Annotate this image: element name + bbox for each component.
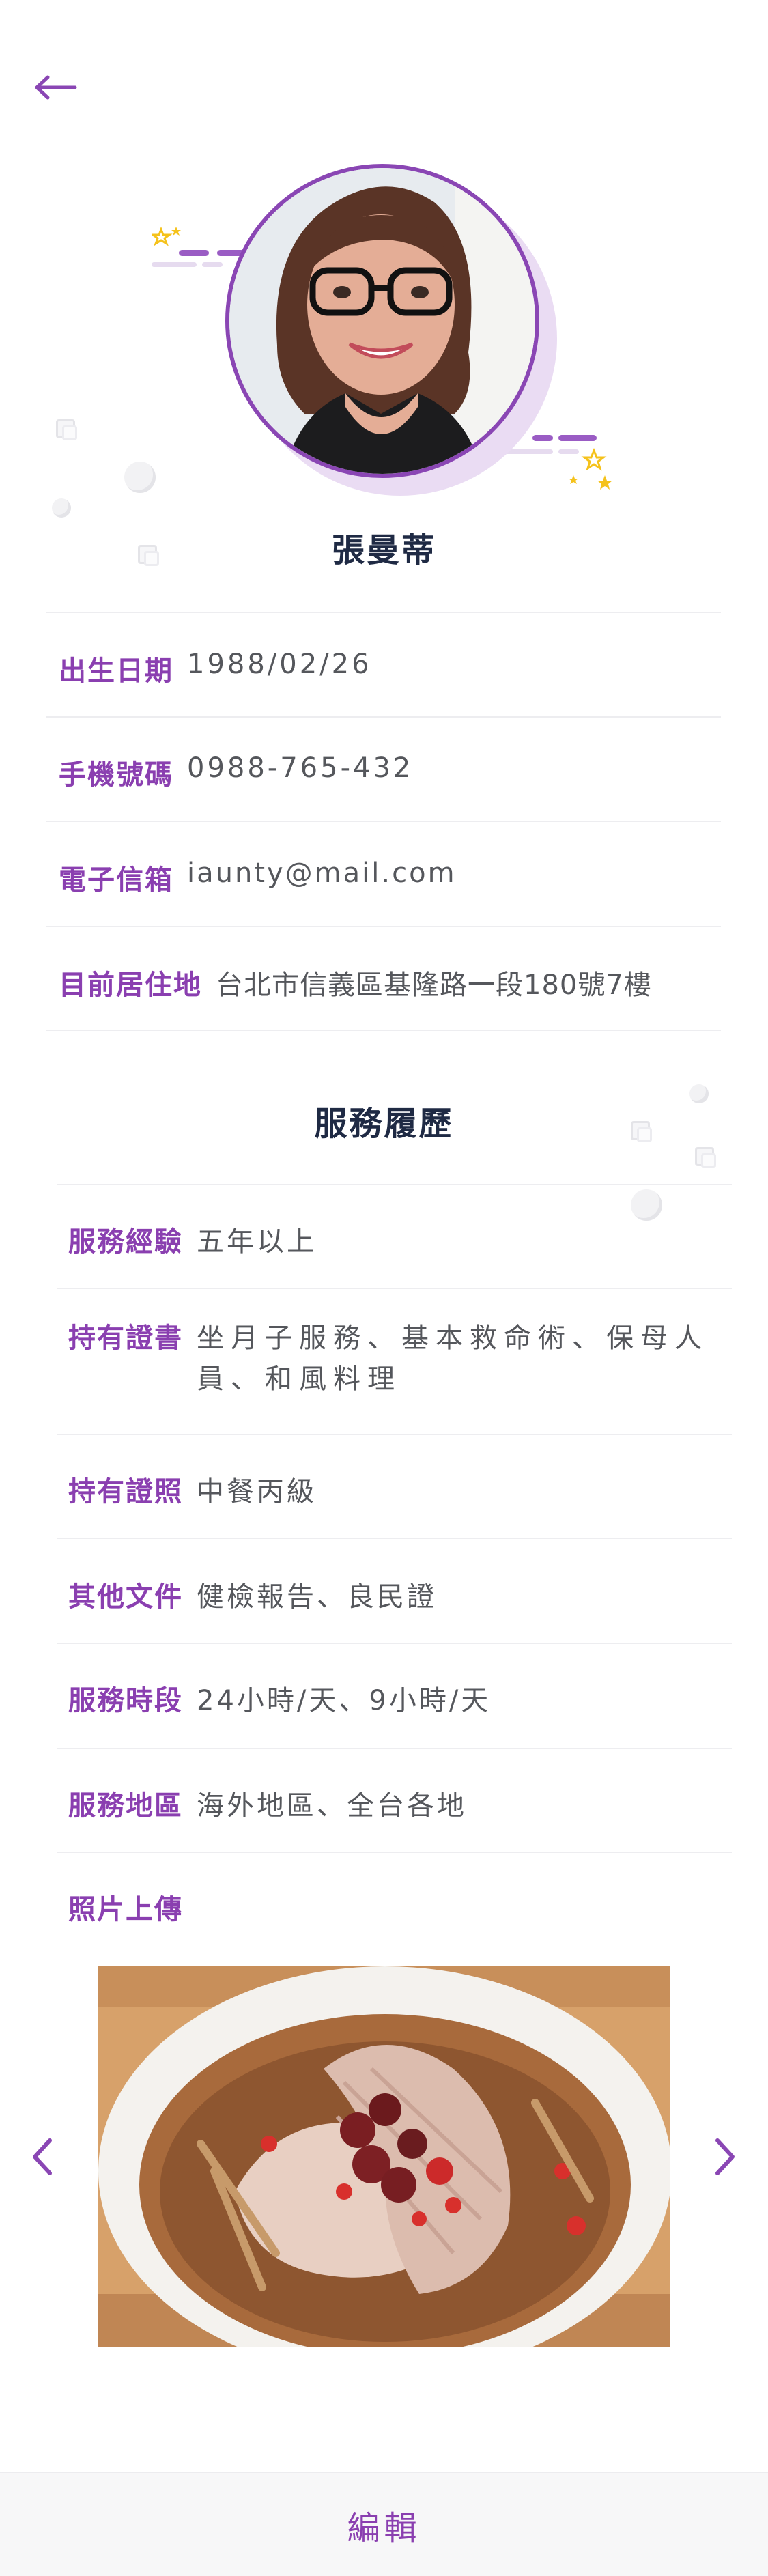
avatar-container <box>225 164 557 496</box>
profile-name: 張曼蒂 <box>331 531 436 569</box>
experience-row: 服務經驗 五年以上 <box>68 1219 317 1259</box>
carousel-next-button[interactable] <box>702 2126 750 2188</box>
divider <box>57 1184 732 1185</box>
edit-button-label: 編輯 <box>347 2508 421 2547</box>
divider <box>57 1434 732 1435</box>
phone-row: 手機號碼 0988-765-432 <box>59 752 413 792</box>
bubble-decoration <box>124 462 156 493</box>
divider <box>57 1288 732 1289</box>
service-hours-label: 服務時段 <box>68 1685 183 1716</box>
certificates-label: 持有證書 <box>68 1322 183 1354</box>
divider <box>57 1643 732 1644</box>
cube-decoration <box>56 419 77 440</box>
service-hours-value: 24小時/天、9小時/天 <box>197 1685 492 1716</box>
back-button[interactable] <box>30 68 82 107</box>
photo-upload-row: 照片上傳 <box>68 1887 197 1927</box>
service-area-value: 海外地區、全台各地 <box>197 1790 467 1822</box>
service-hours-row: 服務時段 24小時/天、9小時/天 <box>68 1678 491 1718</box>
bubble-decoration <box>631 1189 662 1221</box>
arrow-left-icon <box>35 75 77 100</box>
documents-row: 其他文件 健檢報告、良民證 <box>68 1574 437 1614</box>
decoration-line <box>152 262 197 267</box>
avatar[interactable] <box>225 164 539 478</box>
phone-value: 0988-765-432 <box>187 752 414 784</box>
phone-label: 手機號碼 <box>59 759 173 791</box>
chevron-right-icon <box>715 2138 735 2175</box>
uploaded-photo[interactable] <box>98 1966 670 2347</box>
email-value: iaunty@mail.com <box>187 858 457 889</box>
birthday-value: 1988/02/26 <box>187 649 372 680</box>
experience-label: 服務經驗 <box>68 1226 183 1258</box>
divider <box>57 1852 732 1853</box>
licenses-row: 持有證照 中餐丙級 <box>68 1469 317 1509</box>
birthday-row: 出生日期 1988/02/26 <box>59 649 372 688</box>
divider <box>46 1030 721 1031</box>
divider <box>46 612 721 613</box>
documents-label: 其他文件 <box>68 1581 183 1613</box>
decoration-line <box>202 262 223 267</box>
email-label: 電子信箱 <box>59 864 173 896</box>
divider <box>46 926 721 927</box>
star-decoration <box>564 447 618 498</box>
licenses-label: 持有證照 <box>68 1476 183 1508</box>
divider <box>46 821 721 822</box>
avatar-portrait <box>229 168 535 474</box>
email-row: 電子信箱 iaunty@mail.com <box>59 858 457 897</box>
documents-value: 健檢報告、良民證 <box>197 1581 437 1613</box>
certificates-value: 坐月子服務、基本救命術、保母人員、和風料理 <box>197 1322 709 1395</box>
chevron-left-icon <box>33 2138 52 2175</box>
edit-button[interactable]: 編輯 <box>0 2472 768 2576</box>
address-row: 目前居住地 台北市信義區基隆路一段180號7樓 <box>59 963 652 1002</box>
experience-value: 五年以上 <box>197 1226 317 1258</box>
service-section-title: 服務履歷 <box>314 1105 454 1143</box>
divider <box>57 1538 732 1539</box>
address-label: 目前居住地 <box>59 969 202 1001</box>
cube-decoration <box>695 1147 716 1168</box>
decoration-line <box>179 250 209 256</box>
divider <box>46 716 721 718</box>
certificates-row: 持有證書 坐月子服務、基本救命術、保母人員、和風料理 <box>68 1318 724 1400</box>
carousel-prev-button[interactable] <box>18 2126 66 2188</box>
service-area-label: 服務地區 <box>68 1790 183 1822</box>
address-value: 台北市信義區基隆路一段180號7樓 <box>216 969 652 1001</box>
service-area-row: 服務地區 海外地區、全台各地 <box>68 1783 467 1823</box>
decoration-line <box>558 435 597 441</box>
divider <box>57 1748 732 1749</box>
licenses-value: 中餐丙級 <box>197 1476 317 1508</box>
birthday-label: 出生日期 <box>59 655 173 687</box>
photo-upload-label: 照片上傳 <box>68 1894 183 1925</box>
bubble-decoration <box>52 498 71 518</box>
food-photo <box>98 1966 670 2347</box>
